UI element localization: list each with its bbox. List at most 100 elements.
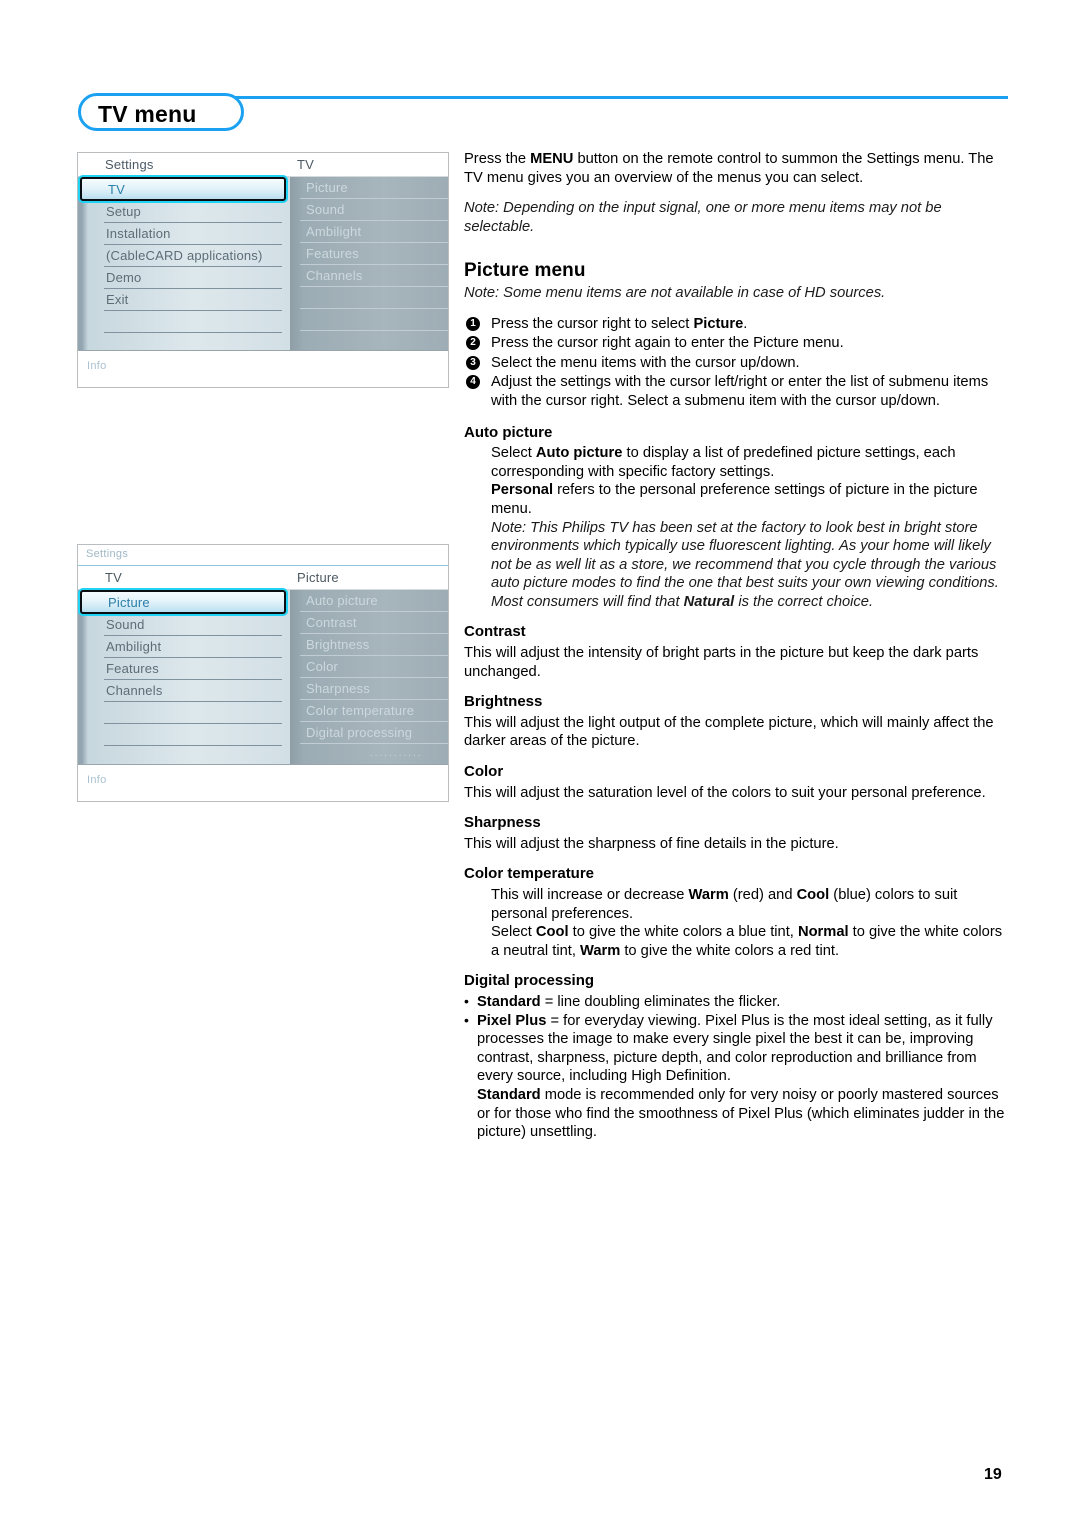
osd2-item-channels[interactable]: Channels (104, 680, 282, 702)
osd2-item-features[interactable]: Features (104, 658, 282, 680)
ct-p1a: This will increase or decrease (491, 887, 689, 903)
osd2-item-picture[interactable]: Picture (80, 590, 286, 614)
osd1-item-setup-label: Setup (106, 204, 141, 219)
osd1-header-left: Settings (105, 157, 154, 172)
osd1-left-column: TV Setup Installation (CableCARD applica… (78, 177, 290, 355)
ct-p2b: Cool (535, 924, 569, 941)
osd2-right-column: Auto picture Contrast Brightness Color S… (290, 590, 448, 768)
osd1-item-installation-label: Installation (106, 226, 171, 241)
osd2-sub-sharpness-label: Sharpness (306, 681, 370, 696)
osd2-breadcrumb-label: Settings (86, 548, 129, 560)
osd1-item-exit[interactable]: Exit (104, 289, 282, 311)
step-item-1: 1 Press the cursor right to select Pictur… (464, 315, 1010, 334)
auto-picture-note-c: is the correct choice. (734, 593, 874, 610)
bullet-pixel-plus-text: = for everyday viewing. Pixel Plus is th… (477, 1012, 993, 1085)
osd1-item-setup[interactable]: Setup (104, 201, 282, 223)
osd1-sub-blank-2 (300, 309, 448, 331)
osd2-scroll-dots-label: ........... (370, 748, 423, 759)
osd2-header-left: TV (105, 570, 123, 585)
osd1-item-exit-label: Exit (106, 292, 129, 307)
osd1-item-installation[interactable]: Installation (104, 223, 282, 245)
bullet-standard: • Standard = line doubling eliminates the… (464, 993, 1010, 1012)
osd1-item-tv[interactable]: TV (80, 177, 286, 201)
section-heading-color-temperature: Color temperature (464, 865, 595, 883)
section-heading-brightness: Brightness (464, 693, 543, 711)
picture-menu-heading: Picture menu (464, 260, 586, 282)
intro-paragraph: Press the MENU button on the remote cont… (464, 150, 1010, 187)
osd2-left-column: Picture Sound Ambilight Features Channel… (78, 590, 290, 768)
ct-p1b: Warm (688, 887, 729, 903)
osd2-item-sound-label: Sound (106, 617, 145, 632)
osd1-sub-ambilight[interactable]: Ambilight (300, 221, 448, 243)
section-heading-contrast: Contrast (464, 623, 526, 641)
osd2-sub-color-label: Color (306, 659, 339, 674)
step-number-1: 1 (466, 316, 480, 331)
bullet-pixel-plus-label: Pixel Plus (477, 1012, 547, 1029)
ct-p2c: to give the white colors a blue tint, (568, 924, 798, 941)
sharpness-body: This will adjust the sharpness of fine d… (464, 835, 839, 852)
step-text-2a: Press the cursor right again to enter th… (491, 335, 844, 352)
osd2-item-blank-1 (104, 702, 282, 724)
picture-menu-note: Note: Some menu items are not available … (464, 284, 886, 301)
osd2-sub-brightness-label: Brightness (306, 637, 370, 652)
osd2-sub-digital-processing[interactable]: Digital processing (300, 722, 448, 744)
osd2-sub-color-temperature-label: Color temperature (306, 703, 415, 718)
osd1-sub-features[interactable]: Features (300, 243, 448, 265)
osd1-info-bar: Info (78, 350, 448, 387)
ct-p2f: Warm (580, 942, 621, 959)
intro-note: Note: Depending on the input signal, one… (464, 200, 942, 235)
auto-picture-p1a: Select (491, 445, 536, 462)
osd2-sub-brightness[interactable]: Brightness (300, 634, 448, 656)
osd1-sub-picture[interactable]: Picture (300, 177, 448, 199)
color-temperature-body: This will increase or decrease Warm (red… (491, 886, 1010, 960)
osd1-item-blank-1 (104, 311, 282, 333)
osd1-item-demo-label: Demo (106, 270, 142, 285)
osd2-sub-contrast[interactable]: Contrast (300, 612, 448, 634)
step-number-3: 3 (466, 355, 480, 370)
osd2-sub-sharpness[interactable]: Sharpness (300, 678, 448, 700)
osd2-sub-auto-picture[interactable]: Auto picture (300, 590, 448, 612)
tv-menu-screenshot: Settings TV TV Setup Installation (Cable… (77, 152, 449, 388)
osd1-sub-sound[interactable]: Sound (300, 199, 448, 221)
main-text-column: Press the MENU button on the remote cont… (464, 150, 1010, 1142)
intro-text-a: Press the (464, 151, 531, 167)
osd1-item-cablecard[interactable]: (CableCARD applications) (104, 245, 282, 267)
osd2-sub-color[interactable]: Color (300, 656, 448, 678)
osd2-item-ambilight[interactable]: Ambilight (104, 636, 282, 658)
digital-processing-bullets: • Standard = line doubling eliminates the… (464, 993, 1010, 1086)
osd2-sub-auto-picture-label: Auto picture (306, 593, 378, 608)
osd2-sub-color-temperature[interactable]: Color temperature (300, 700, 448, 722)
section-heading-color: Color (464, 763, 504, 781)
osd1-sub-ambilight-label: Ambilight (306, 224, 362, 239)
step-text-1b: . (743, 315, 748, 332)
digital-processing-closing: Standard mode is recommended only for ve… (477, 1086, 1010, 1142)
ct-p2g: to give the white colors a red tint. (620, 942, 840, 959)
osd1-sub-channels-label: Channels (306, 268, 363, 283)
osd2-breadcrumb: Settings (78, 545, 448, 566)
color-temperature-p1: This will increase or decrease Warm (red… (491, 886, 1010, 923)
osd2-item-sound[interactable]: Sound (104, 614, 282, 636)
step-text-4a: Adjust the settings with the cursor left… (491, 374, 989, 409)
auto-picture-p2: Personal refers to the personal preferen… (491, 481, 1010, 518)
osd2-item-channels-label: Channels (106, 683, 163, 698)
osd2-item-picture-label: Picture (108, 595, 150, 610)
title-rule (162, 96, 1008, 99)
osd1-item-demo[interactable]: Demo (104, 267, 282, 289)
osd1-sub-channels[interactable]: Channels (300, 265, 448, 287)
osd1-sub-picture-label: Picture (306, 180, 348, 195)
section-heading-digital-processing: Digital processing (464, 972, 595, 990)
ct-p2a: Select (491, 924, 536, 941)
ct-p1d: Cool (796, 887, 830, 903)
osd2-header-right: Picture (297, 570, 339, 585)
step-number-2: 2 (466, 336, 480, 351)
page-title-area: TV menu (78, 93, 1008, 140)
intro-menu-keyword: MENU (530, 151, 574, 167)
ct-p1c: (red) and (728, 887, 797, 903)
